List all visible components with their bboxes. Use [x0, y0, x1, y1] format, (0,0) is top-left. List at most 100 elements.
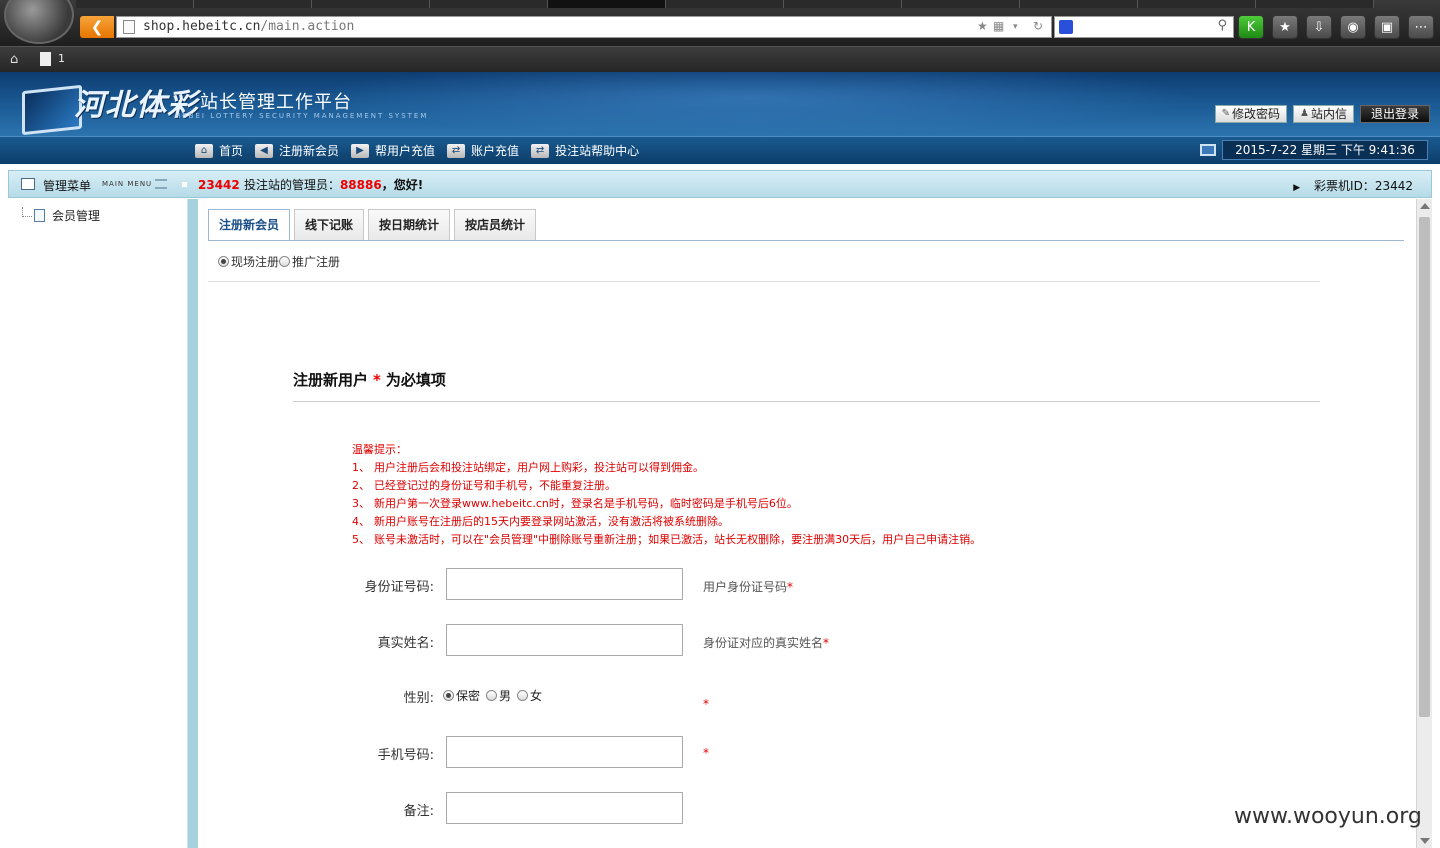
monitor-icon	[22, 84, 82, 136]
tree-connector	[22, 207, 32, 217]
nav-item-register[interactable]: ◀ 注册新会员	[255, 142, 339, 159]
logout-button[interactable]: 退出登录	[1359, 105, 1430, 123]
form-row-id-number: 身份证号码: 用户身份证号码*	[298, 568, 1298, 600]
note-input[interactable]	[446, 792, 683, 824]
bookmark-bar: ⌂ 1	[0, 46, 1440, 72]
tips-box: 温馨提示： 1、 用户注册后会和投注站绑定，用户网上购彩，投注站可以得到佣金。 2…	[352, 441, 981, 549]
radio-onsite[interactable]	[218, 256, 229, 267]
gender-option-male[interactable]: 男	[486, 687, 511, 704]
tv-icon[interactable]: ▣	[1374, 15, 1400, 39]
tip-text: 用户注册后会和投注站绑定，用户网上购彩，投注站可以得到佣金。	[374, 461, 704, 474]
browser-tab[interactable]	[1020, 0, 1138, 8]
scroll-down-icon[interactable]	[1420, 838, 1430, 844]
form-row-phone: 手机号码: *	[298, 736, 1298, 768]
tip-text: 新用户账号在注册后的15天内要登录网站激活，没有激活将被系统删除。	[374, 515, 729, 528]
form-title-prefix: 注册新用户	[293, 371, 369, 389]
scroll-up-icon[interactable]	[1420, 203, 1430, 209]
screen-icon	[1200, 144, 1216, 156]
id-number-hint: 用户身份证号码*	[703, 580, 794, 594]
gender-label: 性别:	[403, 691, 434, 706]
welcome-end: ，您好!	[381, 178, 424, 192]
nav-item-help[interactable]: ⇄ 投注站帮助中心	[531, 142, 639, 159]
radio-promotion[interactable]	[279, 256, 291, 267]
nav-item-label: 注册新会员	[279, 144, 340, 158]
vertical-scrollbar[interactable]	[1416, 199, 1432, 848]
chevron-down-icon[interactable]: ▾	[1013, 22, 1018, 32]
star-icon[interactable]: ★	[977, 19, 988, 33]
note-label: 备注:	[403, 804, 434, 819]
nav-item-account-recharge[interactable]: ⇄ 账户充值	[447, 142, 519, 159]
home-icon[interactable]: ⌂	[10, 52, 18, 67]
browser-tab[interactable]	[666, 0, 784, 8]
browser-tab[interactable]	[1256, 0, 1374, 8]
pencil-icon: ✎	[1221, 108, 1230, 119]
bookmark-icon[interactable]: ★	[1272, 15, 1298, 39]
gender-option-female[interactable]: 女	[517, 687, 542, 704]
real-name-hint: 身份证对应的真实姓名*	[703, 636, 830, 650]
messages-button[interactable]: ♟ 站内信	[1293, 105, 1354, 123]
browser-tab[interactable]	[1138, 0, 1256, 8]
real-name-input[interactable]	[446, 624, 683, 656]
browser-tab[interactable]	[194, 0, 312, 8]
id-number-input[interactable]	[446, 568, 683, 600]
station-id: 23442	[198, 178, 240, 192]
change-password-button[interactable]: ✎ 修改密码	[1214, 105, 1287, 123]
document-icon	[34, 209, 45, 222]
browser-tab[interactable]	[76, 0, 194, 8]
menu-icon[interactable]: ⋯	[1408, 15, 1434, 39]
qr-icon[interactable]: ▦	[993, 19, 1004, 33]
download-icon[interactable]: ⇩	[1306, 15, 1332, 39]
phone-input[interactable]	[446, 736, 683, 768]
main-content: 注册新会员 线下记账 按日期统计 按店员统计 现场注册 推广注册 注册新用户 * 为…	[198, 199, 1416, 848]
k-icon[interactable]: K	[1238, 15, 1264, 39]
scroll-thumb[interactable]	[1419, 217, 1430, 717]
home-icon: ⌂	[195, 143, 213, 158]
radio-male[interactable]	[486, 690, 498, 701]
browser-tab[interactable]	[784, 0, 902, 8]
form-row-gender: 性别: 保密 男 女 *	[298, 679, 1298, 711]
browser-tab[interactable]	[312, 0, 430, 8]
browser-logo-icon[interactable]	[4, 0, 74, 44]
nav-item-label: 账户充值	[471, 144, 520, 158]
doc-icon[interactable]	[40, 52, 51, 66]
back-button[interactable]: ❮	[80, 16, 114, 38]
gender-option-secret[interactable]: 保密	[443, 687, 480, 704]
sidebar-divider[interactable]	[188, 199, 198, 848]
menu-lines-icon[interactable]	[155, 179, 167, 189]
nav-item-label: 投注站帮助中心	[555, 144, 640, 158]
tip-item: 2、 已经登记过的身份证号和手机号，不能重复注册。	[352, 477, 981, 495]
gamepad-icon[interactable]: ◉	[1340, 15, 1366, 39]
brand-english: HEBEI LOTTERY SECURITY MANAGEMENT SYSTEM	[175, 112, 429, 120]
terminal-label: 彩票机ID：	[1314, 179, 1375, 193]
tab-stats-by-date[interactable]: 按日期统计	[368, 209, 451, 240]
tab-stats-by-clerk[interactable]: 按店员统计	[454, 209, 537, 240]
radio-secret[interactable]	[443, 690, 454, 701]
browser-tab-active[interactable]	[548, 0, 666, 8]
url-text[interactable]: shop.hebeitc.cn/main.action	[143, 19, 354, 34]
tip-text: 新用户第一次登录www.hebeitc.cn时，登录名是手机号码，临时密码是手机…	[374, 497, 798, 510]
nav-item-user-recharge[interactable]: ▶ 帮用户充值	[351, 142, 435, 159]
address-bar[interactable]: shop.hebeitc.cn/main.action ★ ▦ ▾ ↻	[116, 16, 1052, 38]
reload-icon[interactable]: ↻	[1033, 19, 1043, 33]
radio-female[interactable]	[517, 690, 529, 701]
browser-tab[interactable]	[430, 0, 548, 8]
sidebar-item-member-management[interactable]: 会员管理	[52, 207, 100, 224]
search-engine-icon[interactable]	[1059, 20, 1073, 34]
tab-bar: 注册新会员 线下记账 按日期统计 按店员统计	[208, 209, 537, 241]
search-icon[interactable]: ⚲	[1217, 18, 1227, 33]
real-name-label: 真实姓名:	[377, 636, 434, 651]
nav-item-home[interactable]: ⌂ 首页	[195, 142, 243, 159]
tip-item: 3、 新用户第一次登录www.hebeitc.cn时，登录名是手机号码，临时密码是…	[352, 495, 981, 513]
tip-number: 2、	[352, 479, 370, 492]
tab-offline-bookkeeping[interactable]: 线下记账	[294, 209, 365, 240]
browser-tab[interactable]	[902, 0, 1020, 8]
user-icon: ♟	[1300, 108, 1309, 119]
search-input[interactable]: ⚲	[1054, 16, 1234, 38]
gender-secret-label: 保密	[456, 689, 481, 703]
welcome-message: 23442 投注站的管理员：88886，您好!	[198, 176, 423, 193]
tab-register-member[interactable]: 注册新会员	[208, 209, 291, 241]
divider	[293, 401, 1320, 402]
brand-subtitle: 站长管理工作平台	[200, 92, 352, 113]
tip-number: 5、	[352, 533, 370, 546]
form-title-asterisk: *	[373, 371, 381, 389]
